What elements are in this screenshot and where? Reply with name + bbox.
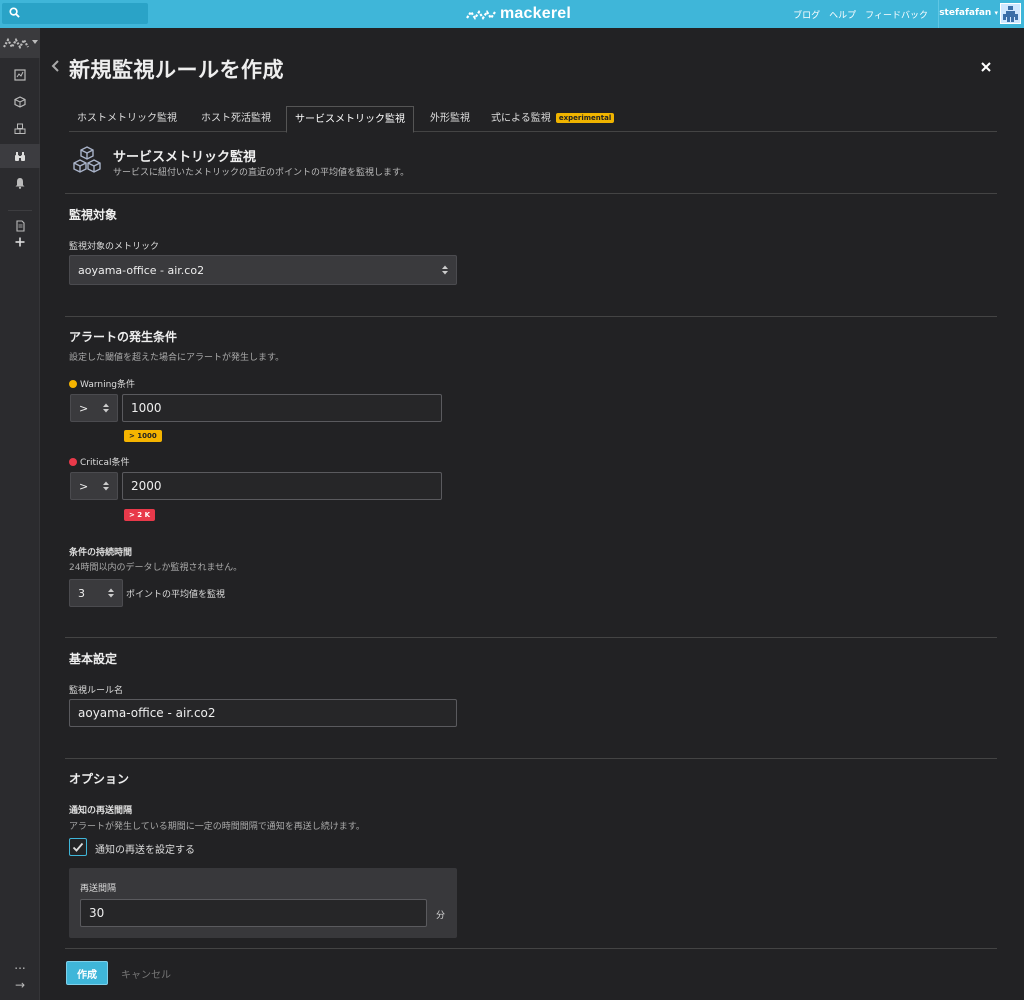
ellipsis-icon: ...: [14, 958, 26, 972]
warning-dot-icon: [69, 380, 77, 388]
cube-icon: [14, 96, 26, 108]
org-switcher[interactable]: [0, 28, 40, 58]
duration-help: 24時間以内のデータしか監視されません。: [69, 563, 243, 573]
plus-icon: [15, 237, 25, 247]
interval-label: 再送間隔: [80, 884, 117, 894]
sidebar-item-hosts[interactable]: [0, 90, 40, 114]
rule-name-label: 監視ルール名: [69, 686, 124, 696]
nav-feedback[interactable]: フィードバック: [865, 8, 928, 21]
bell-icon: [15, 178, 25, 189]
critical-label: Critical条件: [69, 455, 129, 468]
tab-expression[interactable]: 式による監視 experimental: [483, 106, 622, 132]
alert-help: 設定した閾値を超えた場合にアラートが発生します。: [69, 353, 285, 363]
close-icon[interactable]: [980, 61, 992, 73]
critical-operator-value: >: [79, 479, 89, 493]
back-chevron-icon[interactable]: [50, 59, 60, 73]
search-icon: [9, 7, 20, 18]
sidebar-more[interactable]: ...: [0, 958, 40, 972]
dashboard-icon: [14, 69, 26, 81]
warning-preview-badge: > 1000: [124, 430, 162, 442]
sidebar: ... →: [0, 28, 40, 1000]
warning-label: Warning条件: [69, 377, 135, 390]
duration-select-value: 3: [78, 586, 85, 600]
select-arrows-icon: [103, 481, 109, 491]
logo-text: mackerel: [500, 5, 571, 22]
warning-threshold-input[interactable]: [122, 394, 442, 422]
target-heading: 監視対象: [69, 208, 118, 222]
avatar-icon: [1003, 6, 1018, 22]
search-input[interactable]: [24, 5, 144, 22]
service-monitor-title: サービスメトリック監視: [113, 150, 257, 165]
critical-threshold-input[interactable]: [122, 472, 442, 500]
arrow-right-icon: →: [14, 978, 26, 992]
divider: [65, 637, 997, 638]
top-nav: ブログ ヘルプ フィードバック: [793, 8, 928, 21]
critical-dot-icon: [69, 458, 77, 466]
interval-input[interactable]: [80, 899, 427, 927]
sidebar-item-services[interactable]: [0, 117, 40, 141]
user-menu[interactable]: stefafafan ▾: [939, 8, 998, 18]
monitor-type-tabs: ホストメトリック監視 ホスト死活監視 サービスメトリック監視 外形監視 式による…: [69, 106, 997, 133]
renotify-checkbox[interactable]: [69, 838, 87, 856]
metric-select-value: aoyama-office - air.co2: [78, 263, 205, 277]
sidebar-item-dashboards[interactable]: [0, 63, 40, 87]
tab-service-metric[interactable]: サービスメトリック監視: [286, 106, 414, 133]
mackerel-logo[interactable]: mackerel: [466, 5, 571, 23]
select-arrows-icon: [108, 588, 114, 598]
warning-operator-select[interactable]: >: [70, 394, 118, 422]
user-name: stefafafan: [939, 8, 992, 18]
duration-suffix: ポイントの平均値を監視: [126, 590, 226, 600]
critical-operator-select[interactable]: >: [70, 472, 118, 500]
cancel-button[interactable]: キャンセル: [121, 966, 171, 981]
page-title: 新規監視ルールを作成: [69, 58, 284, 82]
divider: [65, 193, 997, 194]
renotify-label: 通知の再送間隔: [69, 806, 133, 816]
divider: [65, 758, 997, 759]
experimental-badge: experimental: [555, 113, 615, 123]
sidebar-item-alerts[interactable]: [0, 171, 40, 195]
caret-down-icon: [32, 40, 38, 44]
critical-preview-badge: > 2 K: [124, 509, 156, 521]
nav-help[interactable]: ヘルプ: [829, 8, 856, 21]
alert-heading: アラートの発生条件: [69, 330, 178, 344]
tab-host-metric[interactable]: ホストメトリック監視: [69, 106, 185, 132]
binoculars-icon: [15, 152, 25, 161]
sidebar-collapse[interactable]: →: [0, 978, 40, 992]
renotify-interval-panel: 再送間隔 分: [69, 868, 457, 938]
nav-blog[interactable]: ブログ: [793, 8, 820, 21]
renotify-help: アラートが発生している期間に一定の時間間隔で通知を再送し続けます。: [69, 822, 365, 832]
search-box[interactable]: [2, 3, 148, 24]
warning-operator-value: >: [79, 401, 89, 415]
metric-select[interactable]: aoyama-office - air.co2: [69, 255, 457, 285]
sidebar-item-add[interactable]: [0, 230, 40, 254]
basic-heading: 基本設定: [69, 652, 118, 666]
cubes-icon: [73, 146, 101, 173]
logo-wave-icon: [466, 10, 496, 20]
tab-host-alive[interactable]: ホスト死活監視: [193, 106, 279, 132]
duration-select[interactable]: 3: [69, 579, 123, 607]
duration-label: 条件の持続時間: [69, 548, 133, 558]
interval-unit: 分: [436, 911, 446, 921]
checkmark-icon: [72, 842, 84, 852]
select-arrows-icon: [442, 265, 448, 275]
select-arrows-icon: [103, 403, 109, 413]
options-heading: オプション: [69, 772, 130, 786]
create-button[interactable]: 作成: [66, 961, 108, 985]
renotify-checkbox-label[interactable]: 通知の再送を設定する: [95, 841, 195, 856]
sidebar-divider: [8, 210, 32, 211]
sidebar-item-monitors[interactable]: [0, 144, 40, 168]
tab-external[interactable]: 外形監視: [422, 106, 478, 132]
metric-label: 監視対象のメトリック: [69, 242, 160, 252]
avatar[interactable]: [1000, 3, 1021, 24]
org-logo-icon: [3, 37, 29, 49]
top-bar: mackerel ブログ ヘルプ フィードバック stefafafan ▾: [0, 0, 1024, 28]
cubes-icon: [14, 123, 26, 134]
caret-down-icon: ▾: [994, 9, 998, 17]
divider: [65, 316, 997, 317]
divider: [65, 948, 997, 949]
rule-name-input[interactable]: [69, 699, 457, 727]
service-monitor-desc: サービスに紐付いたメトリックの直近のポイントの平均値を監視します。: [113, 168, 410, 178]
